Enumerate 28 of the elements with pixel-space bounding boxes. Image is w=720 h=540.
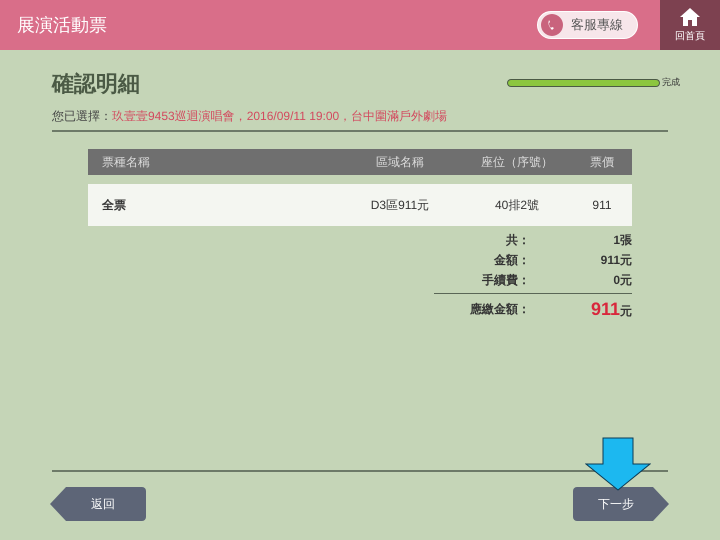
next-button[interactable]: 下一步	[573, 487, 669, 521]
summary-value: 911元	[600, 252, 632, 269]
table-cell-text: 全票	[101, 197, 127, 214]
app-title: 展演活動票	[17, 14, 107, 36]
selection-value: 玖壹壹9453巡迴演唱會，2016/09/11 19:00，台中圍滿戶外劇場	[112, 109, 448, 123]
house-icon	[679, 6, 701, 26]
column-header: 座位（序號）	[480, 154, 554, 171]
table-cell-text: 911	[591, 197, 613, 214]
column-header: 票價	[589, 154, 615, 171]
selection-label: 您已選擇：	[52, 109, 112, 123]
table-cell-text: 40排2號	[494, 197, 540, 214]
progress-label: 完成	[662, 76, 680, 90]
phone-icon	[541, 14, 563, 36]
summary-label: 金額：	[493, 252, 530, 269]
summary-value: 911元	[590, 298, 632, 320]
summary-value: 1張	[612, 232, 632, 249]
home-button[interactable]: 回首頁	[660, 0, 720, 50]
service-hotline-button[interactable]: 客服專線	[537, 11, 638, 39]
column-header: 票種名稱	[101, 154, 151, 171]
summary-label: 手續費：	[481, 272, 530, 289]
summary-label: 共：	[505, 232, 530, 249]
column-header: 區域名稱	[375, 154, 425, 171]
summary-label: 應繳金額：	[469, 301, 530, 318]
summary-value: 0元	[612, 272, 632, 289]
page-title: 確認明細	[52, 70, 140, 98]
back-button[interactable]: 返回	[50, 487, 146, 521]
down-arrow-icon	[585, 437, 651, 491]
table-cell-text: D3區911元	[370, 197, 430, 214]
